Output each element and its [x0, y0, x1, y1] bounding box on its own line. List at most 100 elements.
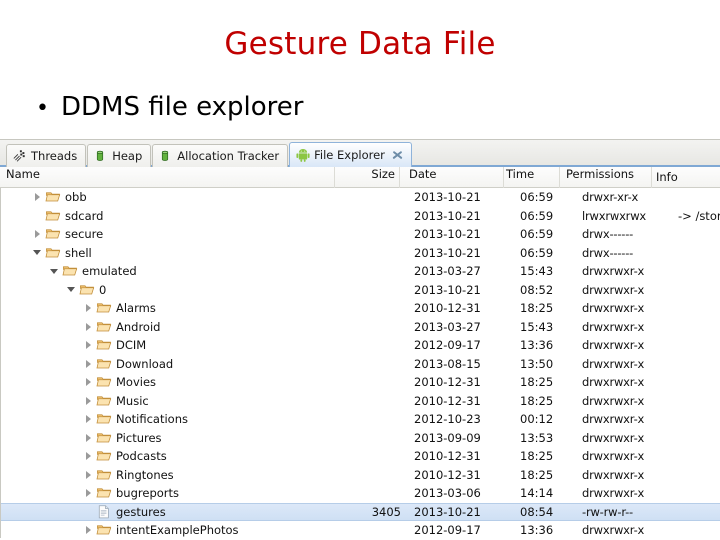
expand-arrow-right-icon[interactable]	[83, 395, 94, 406]
table-row[interactable]: Android 2013-03-27 15:43 drwxrwxr-x	[1, 318, 720, 337]
tab-label: Allocation Tracker	[177, 149, 280, 163]
table-row[interactable]: Podcasts 2010-12-31 18:25 drwxrwxr-x	[1, 447, 720, 466]
column-header-permissions[interactable]: Permissions	[560, 166, 652, 188]
file-name-label: Ringtones	[116, 467, 174, 482]
file-date-cell: 2010-12-31	[414, 449, 481, 464]
expand-arrow-down-icon[interactable]	[66, 284, 77, 295]
expand-arrow-right-icon[interactable]	[83, 469, 94, 480]
file-time-cell: 18:25	[520, 375, 554, 390]
tab-file-explorer[interactable]: File Explorer	[289, 142, 412, 167]
folder-icon	[96, 486, 112, 500]
expand-arrow-right-icon[interactable]	[32, 192, 43, 203]
file-date-cell: 2012-09-17	[414, 338, 481, 353]
file-name-cell: Download	[1, 357, 336, 371]
table-row[interactable]: obb 2013-10-21 06:59 drwxr-xr-x	[1, 188, 720, 207]
heap-icon	[94, 149, 108, 163]
column-header-size[interactable]: Size	[335, 166, 400, 188]
column-header-date[interactable]: Date	[400, 166, 504, 188]
tab-label: Heap	[112, 149, 143, 163]
file-name-cell: Movies	[1, 375, 336, 389]
expand-arrow-right-icon[interactable]	[32, 229, 43, 240]
slide-canvas: Gesture Data File • DDMS file explorer T…	[0, 0, 720, 540]
table-row[interactable]: Movies 2010-12-31 18:25 drwxrwxr-x	[1, 373, 720, 392]
file-time-cell: 08:54	[520, 504, 554, 519]
file-date-cell: 2013-03-27	[414, 264, 481, 279]
file-date-cell: 2013-10-21	[414, 190, 481, 205]
file-permissions-cell: drwx------	[582, 245, 634, 260]
column-header-info[interactable]: Info	[652, 170, 720, 184]
bullet-marker: •	[36, 96, 49, 121]
file-permissions-cell: drwx------	[582, 227, 634, 242]
file-permissions-cell: drwxr-xr-x	[582, 190, 639, 205]
bullet-list-item: • DDMS file explorer	[36, 92, 303, 122]
folder-icon	[96, 431, 112, 445]
expand-arrow-right-icon[interactable]	[83, 432, 94, 443]
expand-arrow-right-icon[interactable]	[83, 488, 94, 499]
file-date-cell: 2010-12-31	[414, 375, 481, 390]
expand-arrow-right-icon[interactable]	[83, 451, 94, 462]
table-row[interactable]: Pictures 2013-09-09 13:53 drwxrwxr-x	[1, 429, 720, 448]
table-row[interactable]: sdcard 2013-10-21 06:59 lrwxrwxrwx -> /stora…	[1, 207, 720, 226]
column-header-row: Name Size Date Time Permissions Info	[0, 166, 720, 188]
file-name-label: Movies	[116, 375, 157, 390]
table-row[interactable]: emulated 2013-03-27 15:43 drwxrwxr-x	[1, 262, 720, 281]
file-tree[interactable]: obb 2013-10-21 06:59 drwxr-xr-x sdcard 2013-1…	[0, 188, 720, 538]
table-row[interactable]: shell 2013-10-21 06:59 drwx------	[1, 244, 720, 263]
file-name-cell: Music	[1, 394, 336, 408]
expand-arrow-right-icon[interactable]	[83, 525, 94, 536]
tab-threads[interactable]: Threads	[6, 144, 87, 167]
close-icon[interactable]	[392, 150, 403, 161]
file-name-cell: Alarms	[1, 301, 336, 315]
file-permissions-cell: drwxrwxr-x	[582, 301, 645, 316]
column-header-name[interactable]: Name	[0, 166, 335, 188]
table-row[interactable]: Download 2013-08-15 13:50 drwxrwxr-x	[1, 355, 720, 374]
column-header-time[interactable]: Time	[504, 166, 560, 188]
file-name-cell: Notifications	[1, 412, 336, 426]
table-row[interactable]: Ringtones 2010-12-31 18:25 drwxrwxr-x	[1, 466, 720, 485]
file-permissions-cell: -rw-rw-r--	[582, 504, 634, 519]
file-name-label: DCIM	[116, 338, 147, 353]
table-row[interactable]: secure 2013-10-21 06:59 drwx------	[1, 225, 720, 244]
folder-icon	[45, 227, 61, 241]
table-row[interactable]: 0 2013-10-21 08:52 drwxrwxr-x	[1, 281, 720, 300]
table-row[interactable]: bugreports 2013-03-06 14:14 drwxrwxr-x	[1, 484, 720, 503]
file-date-cell: 2013-10-21	[414, 504, 481, 519]
file-name-cell: Ringtones	[1, 468, 336, 482]
file-date-cell: 2012-10-23	[414, 412, 481, 427]
file-time-cell: 13:36	[520, 523, 554, 538]
expand-arrow-right-icon[interactable]	[83, 321, 94, 332]
expand-arrow-down-icon[interactable]	[49, 266, 60, 277]
folder-icon	[96, 338, 112, 352]
table-row[interactable]: gestures 3405 2013-10-21 08:54 -rw-rw-r--	[1, 502, 720, 521]
expand-arrow-right-icon[interactable]	[83, 358, 94, 369]
file-time-cell: 08:52	[520, 282, 554, 297]
file-time-cell: 13:36	[520, 338, 554, 353]
file-time-cell: 00:12	[520, 412, 554, 427]
tab-allocation-tracker[interactable]: Allocation Tracker	[152, 144, 289, 167]
tab-heap[interactable]: Heap	[87, 144, 152, 167]
table-row[interactable]: intentExamplePhotos 2012-09-17 13:36 drwxrw…	[1, 521, 720, 540]
file-size-cell: 3405	[371, 504, 401, 519]
file-permissions-cell: drwxrwxr-x	[582, 319, 645, 334]
table-row[interactable]: Notifications 2012-10-23 00:12 drwxrwxr-x	[1, 410, 720, 429]
tab-label: Threads	[31, 149, 78, 163]
folder-icon	[96, 301, 112, 315]
file-name-cell: Pictures	[1, 431, 336, 445]
expand-arrow-down-icon[interactable]	[32, 247, 43, 258]
folder-icon	[96, 412, 112, 426]
expand-arrow-right-icon[interactable]	[83, 414, 94, 425]
file-icon	[96, 505, 112, 519]
expand-arrow-right-icon[interactable]	[83, 377, 94, 388]
file-date-cell: 2013-03-06	[414, 486, 481, 501]
table-row[interactable]: Alarms 2010-12-31 18:25 drwxrwxr-x	[1, 299, 720, 318]
expand-arrow-right-icon[interactable]	[83, 340, 94, 351]
file-name-label: obb	[65, 190, 87, 205]
file-name-label: Podcasts	[116, 449, 167, 464]
expand-arrow-right-icon[interactable]	[83, 303, 94, 314]
table-row[interactable]: DCIM 2012-09-17 13:36 drwxrwxr-x	[1, 336, 720, 355]
table-row[interactable]: Music 2010-12-31 18:25 drwxrwxr-x	[1, 392, 720, 411]
file-name-label: emulated	[82, 264, 137, 279]
page-title: Gesture Data File	[224, 26, 496, 62]
